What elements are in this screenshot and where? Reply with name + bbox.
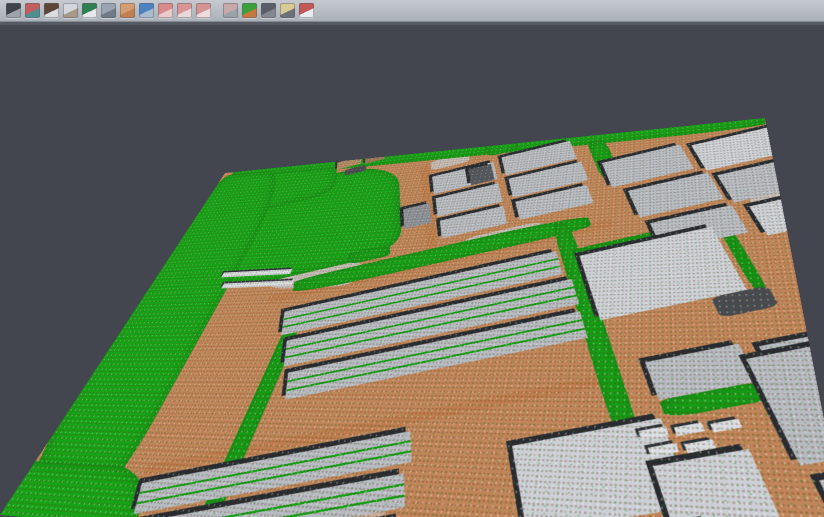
raster-grid-icon[interactable] — [223, 3, 238, 18]
ortho-tile-icon[interactable] — [120, 3, 135, 18]
globe-icon[interactable] — [139, 3, 154, 18]
toolbar-separator — [0, 22, 824, 25]
open-project-icon[interactable] — [6, 3, 21, 18]
crop-region-icon[interactable] — [196, 3, 211, 18]
profile-lines-icon[interactable] — [158, 3, 173, 18]
dem-surface-icon[interactable] — [82, 3, 97, 18]
terrain-mountain-icon[interactable] — [44, 3, 59, 18]
circle-selection-icon[interactable] — [177, 3, 192, 18]
camera-view-icon[interactable] — [261, 3, 276, 18]
container-structure — [674, 422, 705, 436]
toolbar — [0, 0, 824, 22]
classification-colors-icon[interactable] — [242, 3, 257, 18]
viewport-3d[interactable] — [0, 25, 824, 517]
building-roof — [819, 463, 824, 517]
container-structure — [710, 419, 742, 433]
sparse-points-icon[interactable] — [63, 3, 78, 18]
prism-view-icon[interactable] — [101, 3, 116, 18]
clip-tools-icon[interactable] — [25, 3, 40, 18]
container-structure — [684, 439, 716, 453]
ground-grid — [0, 118, 824, 517]
point-cloud-map — [0, 118, 824, 517]
point-cloud-stage — [0, 25, 824, 517]
delete-selection-icon[interactable] — [280, 3, 295, 18]
building-roof — [746, 342, 824, 465]
striped-flag-icon[interactable] — [299, 3, 314, 18]
app-window — [0, 0, 824, 517]
